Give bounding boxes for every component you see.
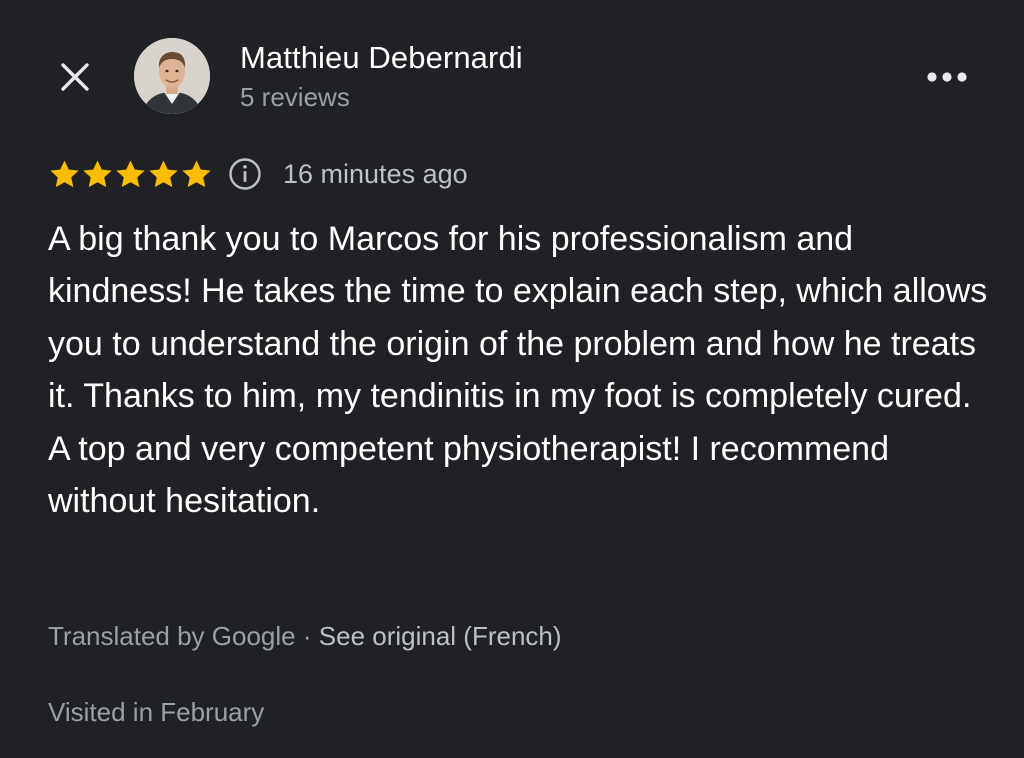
- review-meta: 16 minutes ago: [48, 152, 468, 196]
- close-icon: [61, 63, 89, 91]
- star-icon: [182, 159, 211, 187]
- close-button[interactable]: [52, 54, 98, 100]
- star-icon: [83, 159, 112, 187]
- review-time: 16 minutes ago: [283, 158, 468, 189]
- info-button[interactable]: [227, 156, 263, 192]
- author-name[interactable]: Matthieu Debernardi: [240, 38, 523, 78]
- star-rating: [48, 158, 213, 191]
- translation-row: Translated by Google · See original (Fre…: [48, 616, 562, 656]
- star-icon: [116, 159, 145, 187]
- star-icon: [50, 159, 79, 187]
- see-original-link[interactable]: See original (French): [319, 621, 562, 651]
- more-horizontal-icon: [927, 72, 967, 82]
- separator-dot: ·: [302, 621, 312, 651]
- visited-date: Visited in February: [48, 697, 265, 727]
- translated-by-label: Translated by Google: [48, 621, 296, 651]
- star-icon: [149, 159, 178, 187]
- author-review-count: 5 reviews: [240, 82, 350, 112]
- review-text: A big thank you to Marcos for his profes…: [48, 220, 988, 521]
- avatar-photo: [134, 38, 210, 114]
- avatar[interactable]: [134, 38, 210, 114]
- info-icon: [229, 158, 261, 190]
- more-options-button[interactable]: [918, 54, 976, 100]
